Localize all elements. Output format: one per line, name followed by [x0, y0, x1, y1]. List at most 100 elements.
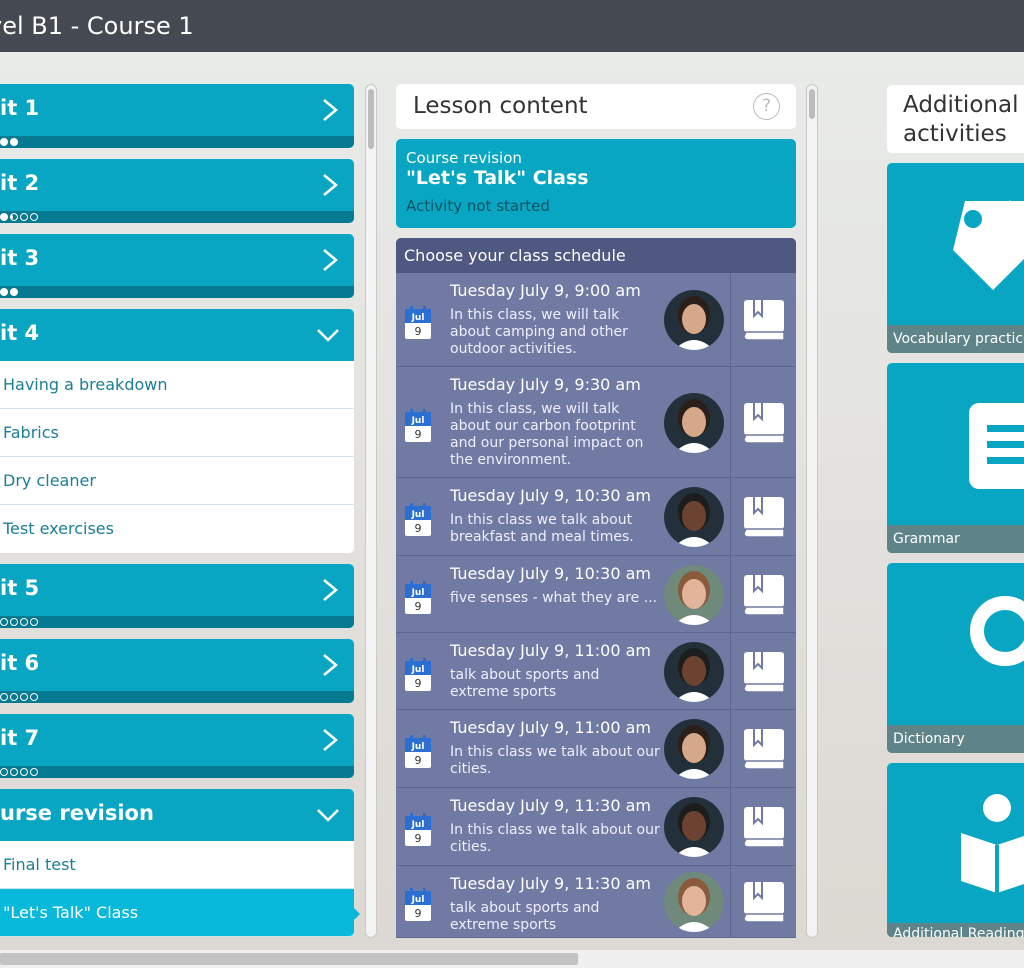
unit-7[interactable]: it 7: [0, 714, 354, 778]
unit-header[interactable]: it 4: [0, 309, 354, 361]
course-revision: urse revision Final test "Let's Talk" Cl…: [0, 789, 360, 937]
teacher-avatar: [664, 487, 724, 547]
progress-dot: [30, 768, 38, 776]
reading-tile[interactable]: Additional Reading: [887, 763, 1024, 937]
progress-dot: [0, 693, 8, 701]
calendar-month: Jul: [411, 895, 425, 905]
class-slot[interactable]: Jul 9 Tuesday July 9, 11:30 am In this clas…: [396, 788, 796, 866]
unit-6[interactable]: it 6: [0, 639, 354, 703]
lesson-item[interactable]: Dry cleaner: [0, 457, 354, 505]
class-slot[interactable]: Jul 9 Tuesday July 9, 11:30 am talk about s…: [396, 866, 796, 938]
progress-dot: [10, 768, 18, 776]
help-icon[interactable]: ?: [753, 93, 780, 120]
row-divider: [730, 556, 731, 632]
class-time: Tuesday July 9, 11:00 am: [450, 718, 651, 737]
progress-dot: [10, 618, 18, 626]
lesson-item[interactable]: Final test: [0, 841, 354, 889]
unit-progress: [0, 691, 354, 703]
unit-5[interactable]: it 5: [0, 564, 354, 628]
unit-2[interactable]: it 2: [0, 159, 354, 223]
course-title: vel B1 - Course 1: [0, 12, 194, 40]
unit-3[interactable]: it 3: [0, 234, 354, 298]
class-schedule: Choose your class schedule Jul 9 Tuesday J…: [396, 238, 796, 938]
calendar-day: 9: [415, 832, 422, 845]
unit-progress: [0, 766, 354, 778]
lesson-item-active[interactable]: "Let's Talk" Class: [0, 889, 354, 937]
lesson-item[interactable]: Fabrics: [0, 409, 354, 457]
class-description: five senses - what they are ...: [450, 590, 658, 606]
class-slot[interactable]: Jul 9 Tuesday July 9, 11:00 am talk about s…: [396, 633, 796, 710]
calendar-icon: Jul 9: [405, 581, 431, 614]
unit-progress: [0, 286, 354, 298]
book-icon[interactable]: [742, 650, 786, 694]
lesson-content-header: Lesson content ?: [396, 84, 796, 129]
calendar-month: Jul: [411, 510, 425, 520]
unit-title: it 2: [0, 171, 40, 195]
vocabulary-tile[interactable]: Vocabulary practice: [887, 163, 1024, 353]
tile-label: Grammar: [887, 525, 1024, 553]
lesson-item[interactable]: Having a breakdown: [0, 361, 354, 409]
unit-header[interactable]: urse revision: [0, 789, 354, 841]
tile-label: Additional Reading: [887, 923, 1024, 937]
teacher-avatar: [664, 797, 724, 857]
activity-title: "Let's Talk" Class: [406, 167, 589, 189]
unit-progress: [0, 211, 354, 223]
class-description: talk about sports and extreme sports: [450, 667, 600, 700]
class-description: In this class we talk about our cities.: [450, 744, 660, 777]
progress-dot: [10, 288, 18, 296]
lesson-item[interactable]: Test exercises: [0, 505, 354, 553]
dictionary-tile[interactable]: Dictionary: [887, 563, 1024, 753]
scroll-thumb[interactable]: [368, 89, 374, 149]
unit-1[interactable]: it 1: [0, 84, 354, 148]
calendar-icon: Jul 9: [405, 658, 431, 691]
class-slot[interactable]: Jul 9 Tuesday July 9, 10:30 am five senses …: [396, 556, 796, 633]
class-slot[interactable]: Jul 9 Tuesday July 9, 9:30 am In this class…: [396, 367, 796, 478]
class-slot[interactable]: Jul 9 Tuesday July 9, 11:00 am In this clas…: [396, 710, 796, 788]
tag-icon: [953, 200, 1024, 290]
grammar-tile[interactable]: Grammar: [887, 363, 1024, 553]
book-icon[interactable]: [742, 727, 786, 771]
calendar-day: 9: [415, 325, 422, 338]
scroll-thumb[interactable]: [0, 953, 578, 965]
left-scrollbar[interactable]: [365, 84, 377, 938]
calendar-icon: Jul 9: [405, 306, 431, 339]
class-time: Tuesday July 9, 10:30 am: [450, 564, 651, 583]
progress-dot: [0, 138, 8, 146]
class-description: In this class we talk about our cities.: [450, 822, 660, 855]
lesson-content-panel: Lesson content ? Course revision "Let's …: [396, 84, 796, 938]
progress-dot: [30, 618, 38, 626]
teacher-avatar: [664, 290, 724, 350]
unit-progress: [0, 616, 354, 628]
class-time: Tuesday July 9, 9:00 am: [450, 281, 641, 300]
calendar-icon: Jul 9: [405, 503, 431, 536]
calendar-icon: Jul 9: [405, 813, 431, 846]
class-slot[interactable]: Jul 9 Tuesday July 9, 9:00 am In this class…: [396, 273, 796, 367]
calendar-day: 9: [415, 428, 422, 441]
scroll-thumb[interactable]: [809, 89, 815, 119]
row-divider: [730, 273, 731, 366]
unit-title: it 3: [0, 246, 40, 270]
book-icon[interactable]: [742, 495, 786, 539]
calendar-day: 9: [415, 677, 422, 690]
calendar-month: Jul: [411, 416, 425, 426]
activity-card[interactable]: Course revision "Let's Talk" Class Activ…: [396, 139, 796, 228]
class-description: talk about sports and extreme sports: [450, 900, 600, 933]
class-slot[interactable]: Jul 9 Tuesday July 9, 10:30 am In this clas…: [396, 478, 796, 556]
center-scrollbar[interactable]: [806, 84, 818, 938]
class-description: In this class, we will talk about campin…: [450, 307, 628, 357]
horizontal-scrollbar[interactable]: [0, 950, 1024, 968]
panel-title: Lesson content: [413, 93, 588, 119]
unit-title: it 6: [0, 651, 40, 675]
progress-dot: [30, 693, 38, 701]
calendar-month: Jul: [411, 820, 425, 830]
book-icon[interactable]: [742, 880, 786, 924]
book-icon[interactable]: [742, 573, 786, 617]
calendar-day: 9: [415, 522, 422, 535]
progress-dot: [10, 213, 18, 221]
calendar-day: 9: [415, 600, 422, 613]
book-icon[interactable]: [742, 805, 786, 849]
book-icon[interactable]: [742, 298, 786, 342]
book-icon[interactable]: [742, 401, 786, 445]
additional-activities: Additional activities Vocabulary practic…: [887, 85, 1024, 937]
teacher-avatar: [664, 719, 724, 779]
